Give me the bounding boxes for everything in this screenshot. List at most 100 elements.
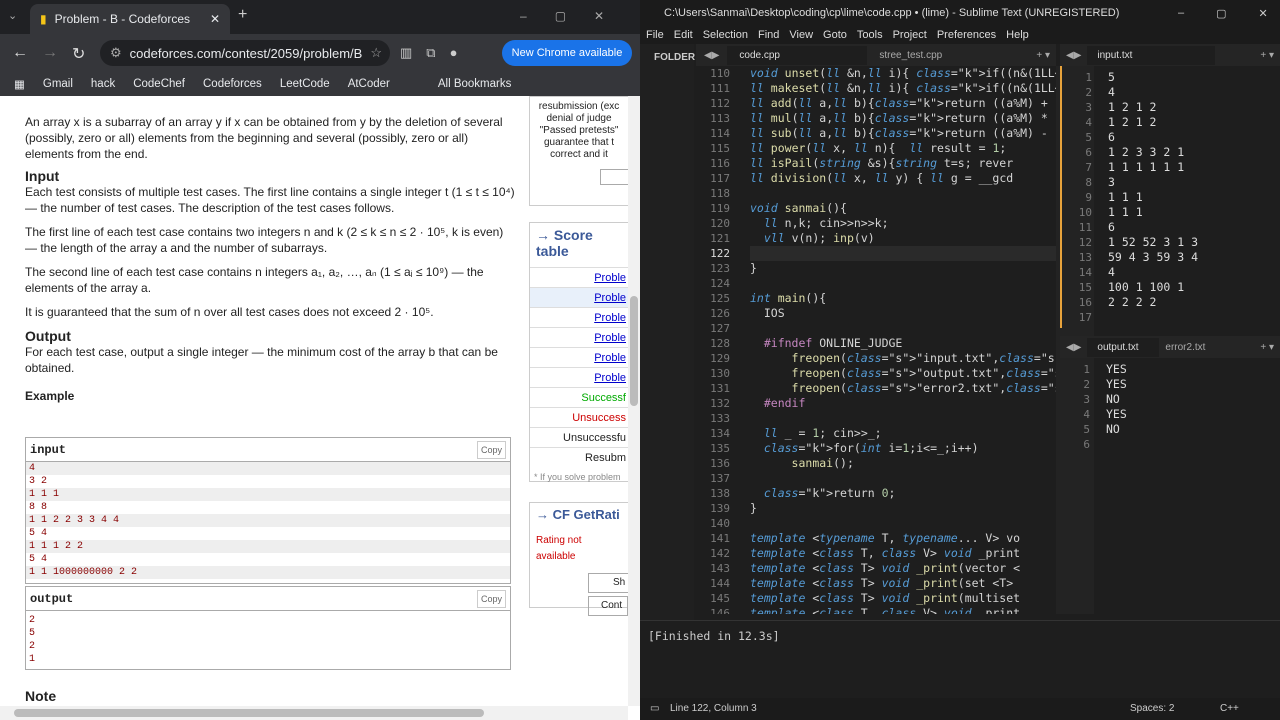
score-row[interactable]: Proble <box>530 327 628 347</box>
bookmark-codechef[interactable]: CodeChef <box>133 78 185 90</box>
bookmark-all[interactable]: All Bookmarks <box>438 78 512 90</box>
page-scrollbar[interactable] <box>628 96 640 706</box>
line-number: 132 <box>710 397 730 410</box>
line-number: 145 <box>710 592 730 605</box>
browser-tab[interactable]: ▮ Problem - B - Codeforces ✕ <box>30 4 230 34</box>
line-number: 141 <box>710 532 730 545</box>
copy-output-button[interactable]: Copy <box>476 589 506 608</box>
line-number: 138 <box>710 487 730 500</box>
input-gutter: 1 2 3 4 5 6 7 8 9 10 11 12 13 14 15 16 17 <box>1062 70 1092 325</box>
menu-project[interactable]: Project <box>893 29 927 41</box>
menu-file[interactable]: File <box>646 29 664 41</box>
example-input-line: 1 1 1 2 2 <box>26 540 510 553</box>
score-row[interactable]: Proble <box>530 347 628 367</box>
address-bar[interactable]: ⚙ codeforces.com/contest/2059/problem/B … <box>100 40 390 66</box>
new-chrome-available-button[interactable]: New Chrome available <box>502 40 632 66</box>
bookmark-leetcode[interactable]: LeetCode <box>280 78 330 90</box>
minimize-icon[interactable]: – <box>1178 7 1184 20</box>
code-line: #ifndef ONLINE_JUDGE <box>763 336 903 350</box>
input-pane[interactable]: 1 2 3 4 5 6 7 8 9 10 11 12 13 14 15 16 17 541 2 1 21 2 1… <box>1060 66 1280 328</box>
line-number: 4 <box>1083 408 1090 421</box>
menu-tools[interactable]: Tools <box>857 29 883 41</box>
bookmark-gmail[interactable]: Gmail <box>43 78 73 90</box>
maximize-icon[interactable]: ▢ <box>555 9 566 23</box>
tab-stree-test[interactable]: stree_test.cpp <box>867 46 997 65</box>
indentation-status[interactable]: Spaces: 2 <box>1130 703 1174 714</box>
syntax-status[interactable]: C++ <box>1220 703 1239 714</box>
score-row[interactable]: Proble <box>530 267 628 287</box>
menu-find[interactable]: Find <box>758 29 779 41</box>
apps-icon[interactable]: ▦ <box>14 77 25 91</box>
score-row[interactable]: Proble <box>530 307 628 327</box>
tab-input-txt[interactable]: input.txt <box>1087 45 1216 65</box>
bookmark-codeforces[interactable]: Codeforces <box>203 78 262 90</box>
score-row[interactable]: Successf <box>530 387 628 407</box>
example-input-line: 5 4 <box>26 527 510 540</box>
tab-nav-icon[interactable]: ◀▶ <box>1060 342 1087 353</box>
line-number: 133 <box>710 412 730 425</box>
reload-icon[interactable]: ↻ <box>72 44 85 64</box>
close-tab-icon[interactable]: ✕ <box>210 12 220 26</box>
forward-icon[interactable]: → <box>42 44 58 62</box>
close-icon[interactable]: ✕ <box>1259 7 1268 20</box>
menu-help[interactable]: Help <box>1006 29 1029 41</box>
score-row[interactable]: Unsuccess <box>530 407 628 427</box>
show-button[interactable]: Sh <box>588 573 628 593</box>
problem-statement: An array x is a subarray of an array y i… <box>25 114 515 404</box>
bookmark-star-icon[interactable]: ☆ <box>370 45 382 61</box>
menu-edit[interactable]: Edit <box>674 29 693 41</box>
score-row[interactable]: Unsuccessfu <box>530 427 628 447</box>
input-label: input <box>30 442 67 457</box>
new-tab-icon[interactable]: + <box>238 6 247 24</box>
copy-input-button[interactable]: Copy <box>476 440 506 459</box>
input-lines: 541 2 1 21 2 1 261 2 3 3 2 11 1 1 1 1 13… <box>1108 70 1198 325</box>
score-row[interactable]: Proble <box>530 287 628 307</box>
bookmark-hack[interactable]: hack <box>91 78 115 90</box>
panel-toggle-icon[interactable]: ▭ <box>650 703 659 714</box>
tab-output-txt[interactable]: output.txt <box>1087 337 1160 357</box>
tab-nav-icon[interactable]: ◀▶ <box>1060 50 1087 61</box>
code-line: ll isPail(string &s){string t=s; rever <box>750 156 1014 170</box>
site-info-icon[interactable]: ⚙ <box>110 45 122 61</box>
tab-list-icon[interactable]: ⌄ <box>8 9 17 22</box>
output-pane[interactable]: 123456 YES YES NO YES NO <box>1060 358 1280 618</box>
extension-icon[interactable]: ▥ <box>400 45 412 61</box>
menu-selection[interactable]: Selection <box>703 29 748 41</box>
menu-preferences[interactable]: Preferences <box>937 29 996 41</box>
resub-button[interactable] <box>600 169 628 185</box>
avatar[interactable]: ● <box>450 45 458 61</box>
line-number: 15 <box>1078 281 1092 294</box>
new-tab-icon[interactable]: + ▾ <box>1260 50 1280 61</box>
line-number: 144 <box>710 577 730 590</box>
line-number: 14 <box>1078 266 1092 279</box>
contest-button[interactable]: Cont <box>588 596 628 616</box>
menu-view[interactable]: View <box>789 29 813 41</box>
code-editor[interactable]: 110 111 112 113 114 115 116 117 118 119 120 121 122 1… <box>696 66 1056 614</box>
minimize-icon[interactable]: – <box>520 9 527 23</box>
maximize-icon[interactable]: ▢ <box>1216 7 1226 20</box>
line-number: 114 <box>710 127 730 140</box>
tab-code-cpp[interactable]: code.cpp <box>727 45 868 65</box>
line-number: 126 <box>710 307 730 320</box>
horizontal-scrollbar[interactable] <box>0 706 628 720</box>
bookmark-atcoder[interactable]: AtCoder <box>348 78 390 90</box>
menu-bar: File Edit Selection Find View Goto Tools Projec… <box>640 26 1280 44</box>
example-output-box: output Copy 2 5 2 1 <box>25 586 511 670</box>
tab-nav-icon[interactable]: ◀▶ <box>696 50 727 61</box>
url-text: codeforces.com/contest/2059/problem/B <box>129 45 363 61</box>
example-input-line: 4 <box>26 462 510 475</box>
close-icon[interactable]: ✕ <box>594 9 604 23</box>
line-number: 115 <box>710 142 730 155</box>
window-controls: – ▢ ✕ <box>520 9 604 23</box>
input-line: 1 1 1 <box>1108 190 1143 204</box>
back-icon[interactable]: ← <box>12 44 28 62</box>
menu-goto[interactable]: Goto <box>823 29 847 41</box>
line-number: 16 <box>1078 296 1092 309</box>
new-tab-icon[interactable]: + ▾ <box>1260 342 1280 353</box>
puzzle-icon[interactable]: ⧉ <box>426 45 435 61</box>
new-tab-icon[interactable]: + ▾ <box>1036 50 1056 61</box>
score-row[interactable]: Resubm <box>530 447 628 467</box>
line-number: 137 <box>710 472 730 485</box>
score-row[interactable]: Proble <box>530 367 628 387</box>
tab-error2-txt[interactable]: error2.txt <box>1159 338 1229 357</box>
